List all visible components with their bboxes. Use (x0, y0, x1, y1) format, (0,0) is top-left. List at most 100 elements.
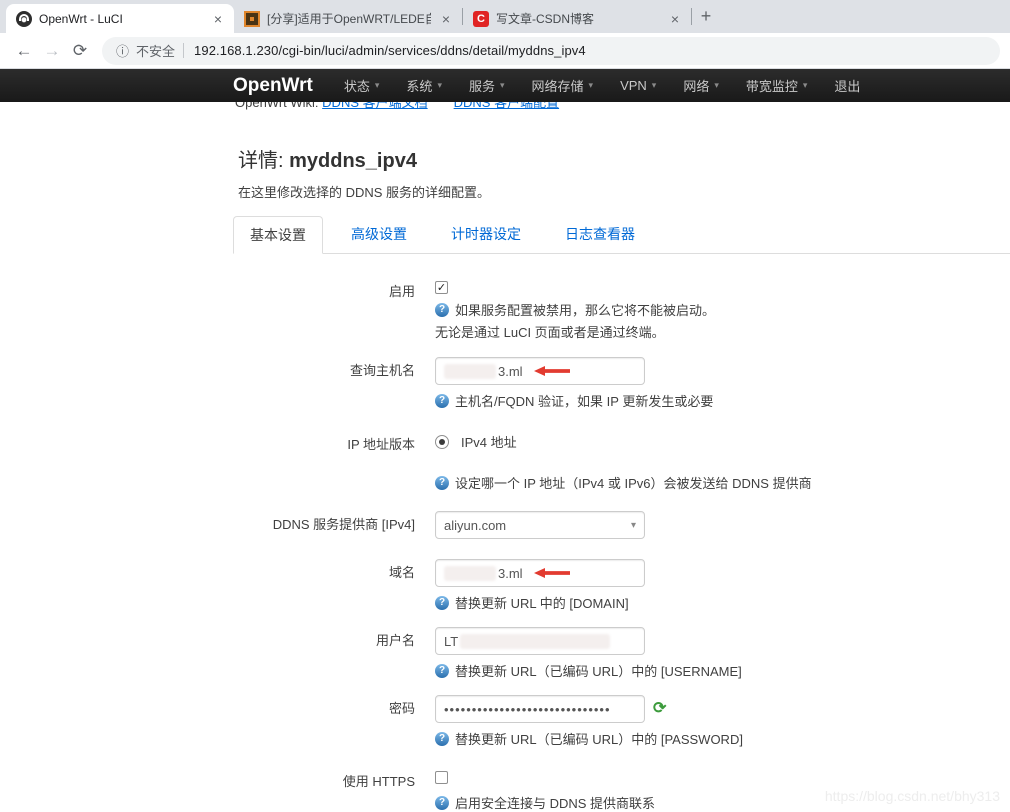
forward-icon[interactable]: → (38, 37, 66, 65)
reload-icon[interactable]: ⟳ (66, 37, 94, 65)
page-subtitle: 在这里修改选择的 DDNS 服务的详细配置。 (233, 182, 1010, 201)
openwrt-favicon-icon (16, 11, 32, 27)
new-tab-button[interactable]: + (692, 3, 720, 31)
browser-tab-title: OpenWrt - LuCI (39, 12, 203, 26)
close-tab-icon[interactable]: × (667, 11, 683, 27)
browser-tab-openwrt[interactable]: OpenWrt - LuCI × (6, 4, 234, 33)
info-icon[interactable]: ⓘ (116, 41, 129, 60)
close-tab-icon[interactable]: × (210, 11, 226, 27)
menu-label: VPN (620, 78, 647, 93)
help-icon: ? (435, 596, 449, 610)
username-help: ? 替换更新 URL（已编码 URL）中的 [USERNAME] (435, 661, 742, 680)
row-enable: 启用 ✓ ? 如果服务配置被禁用，那么它将不能被启动。 无论是通过 LuCI 页… (233, 279, 1010, 341)
browser-tab-csdn[interactable]: C 写文章-CSDN博客 × (463, 4, 691, 33)
close-tab-icon[interactable]: × (438, 11, 454, 27)
back-icon[interactable]: ← (10, 37, 38, 65)
password-help-text: 替换更新 URL（已编码 URL）中的 [PASSWORD] (455, 729, 743, 748)
wiki-config-link[interactable]: DDNS 客户端配置 (454, 102, 559, 110)
menu-network[interactable]: 网络 ▾ (683, 76, 719, 95)
address-bar[interactable]: ⓘ 不安全 192.168.1.230/cgi-bin/luci/admin/s… (102, 37, 1000, 65)
help-icon: ? (435, 732, 449, 746)
wiki-doc-link[interactable]: DDNS 客户端文档 (322, 102, 427, 110)
menu-label: 退出 (834, 76, 860, 95)
browser-toolbar: ← → ⟳ ⓘ 不安全 192.168.1.230/cgi-bin/luci/a… (0, 33, 1010, 69)
help-icon: ? (435, 303, 449, 317)
domain-input[interactable]: 3.ml (435, 559, 645, 587)
menu-label: 网络 (683, 76, 709, 95)
page-title-prefix: 详情: (238, 150, 289, 172)
username-input[interactable]: LT (435, 627, 645, 655)
chevron-down-icon: ▾ (652, 80, 657, 91)
redacted-blur (444, 364, 496, 379)
tab-timer-settings[interactable]: 计时器设定 (435, 216, 537, 253)
ip-version-label: IP 地址版本 (233, 432, 415, 453)
password-help: ? 替换更新 URL（已编码 URL）中的 [PASSWORD] (435, 729, 974, 748)
tab-basic-settings[interactable]: 基本设置 (233, 216, 323, 254)
lookup-hostname-input[interactable]: 3.ml (435, 357, 645, 385)
domain-help: ? 替换更新 URL 中的 [DOMAIN] (435, 593, 645, 612)
chevron-down-icon: ▾ (589, 80, 594, 91)
use-https-help: ? 启用安全连接与 DDNS 提供商联系 (435, 793, 655, 812)
redacted-blur (460, 634, 610, 649)
lookup-hostname-help-text: 主机名/FQDN 验证，如果 IP 更新发生或必要 (455, 391, 713, 410)
wiki-links-line: OpenWrt Wiki: DDNS 客户端文档DDNS 客户端配置 (0, 102, 1010, 113)
tab-log-viewer[interactable]: 日志查看器 (549, 216, 651, 253)
menu-status[interactable]: 状态 ▾ (344, 76, 380, 95)
menu-vpn[interactable]: VPN ▾ (620, 78, 656, 93)
ipv4-radio[interactable] (435, 435, 449, 449)
domain-value: 3.ml (498, 566, 523, 581)
csdn-watermark: https://blog.csdn.net/bhy313 (825, 788, 1000, 804)
chevron-down-icon: ▾ (803, 80, 808, 91)
provider-selected-value: aliyun.com (444, 518, 506, 533)
use-https-checkbox[interactable] (435, 771, 448, 784)
menu-system[interactable]: 系统 ▾ (406, 76, 442, 95)
provider-select[interactable]: aliyun.com ▾ (435, 511, 645, 539)
chevron-down-icon: ▾ (631, 520, 636, 531)
menu-logout[interactable]: 退出 (834, 76, 860, 95)
enable-help-text: 如果服务配置被禁用，那么它将不能被启动。 (455, 300, 715, 319)
urlbar-divider (183, 43, 184, 58)
row-username: 用户名 LT ? 替换更新 URL（已编码 URL）中的 [USERNAME] (233, 627, 1010, 680)
menu-nas[interactable]: 网络存储 ▾ (532, 76, 594, 95)
domain-label: 域名 (233, 559, 415, 587)
row-ip-version: IP 地址版本 IPv4 地址 ? 设定哪一个 IP 地址（IPv4 或 IPv… (233, 432, 1010, 492)
menu-bandwidth[interactable]: 带宽监控 ▾ (746, 76, 808, 95)
chevron-down-icon: ▾ (714, 80, 719, 91)
chevron-down-icon: ▾ (437, 80, 442, 91)
lookup-hostname-value: 3.ml (498, 364, 523, 379)
red-arrow-annotation-icon (533, 365, 571, 377)
tab-advanced-settings[interactable]: 高级设置 (335, 216, 423, 253)
menu-services[interactable]: 服务 ▾ (469, 76, 505, 95)
enable-help-line2: 无论是通过 LuCI 页面或者是通过终端。 (435, 322, 715, 341)
browser-tab-forum[interactable]: [分享]适用于OpenWRT/LEDE自 × (234, 4, 462, 33)
security-label: 不安全 (136, 41, 175, 60)
lookup-hostname-label: 查询主机名 (233, 357, 415, 385)
help-icon: ? (435, 476, 449, 490)
red-arrow-annotation-icon (533, 567, 571, 579)
row-lookup-hostname: 查询主机名 3.ml ? 主机名/FQDN 验证，如果 IP 更新发生或必要 (233, 357, 1010, 410)
help-icon: ? (435, 394, 449, 408)
luci-navbar: OpenWrt 状态 ▾ 系统 ▾ 服务 ▾ 网络存储 ▾ VPN ▾ 网络 ▾… (0, 69, 1010, 102)
enable-help: ? 如果服务配置被禁用，那么它将不能被启动。 (435, 300, 715, 319)
row-provider: DDNS 服务提供商 [IPv4] aliyun.com ▾ (233, 511, 1010, 539)
url-text[interactable]: 192.168.1.230/cgi-bin/luci/admin/service… (194, 43, 586, 58)
enable-checkbox[interactable]: ✓ (435, 281, 448, 294)
redacted-blur (444, 566, 496, 581)
password-label: 密码 (233, 695, 415, 723)
enable-label: 启用 (233, 279, 415, 300)
row-domain: 域名 3.ml ? 替换更新 URL 中的 [DOMAIN] (233, 559, 1010, 612)
refresh-password-icon[interactable]: ⟳ (653, 695, 666, 723)
ipv4-option-label: IPv4 地址 (461, 432, 517, 451)
menu-label: 带宽监控 (746, 76, 798, 95)
password-input[interactable]: •••••••••••••••••••••••••••••• (435, 695, 645, 723)
page-title: 详情: myddns_ipv4 (233, 144, 1010, 173)
use-https-help-text: 启用安全连接与 DDNS 提供商联系 (455, 793, 655, 812)
main-content: 详情: myddns_ipv4 在这里修改选择的 DDNS 服务的详细配置。 基… (0, 144, 1010, 812)
chevron-down-icon: ▾ (500, 80, 505, 91)
provider-label: DDNS 服务提供商 [IPv4] (233, 511, 415, 539)
lookup-hostname-help: ? 主机名/FQDN 验证，如果 IP 更新发生或必要 (435, 391, 713, 410)
domain-help-text: 替换更新 URL 中的 [DOMAIN] (455, 593, 629, 612)
ddns-form: 启用 ✓ ? 如果服务配置被禁用，那么它将不能被启动。 无论是通过 LuCI 页… (233, 254, 1010, 812)
menu-label: 服务 (469, 76, 495, 95)
username-label: 用户名 (233, 627, 415, 655)
